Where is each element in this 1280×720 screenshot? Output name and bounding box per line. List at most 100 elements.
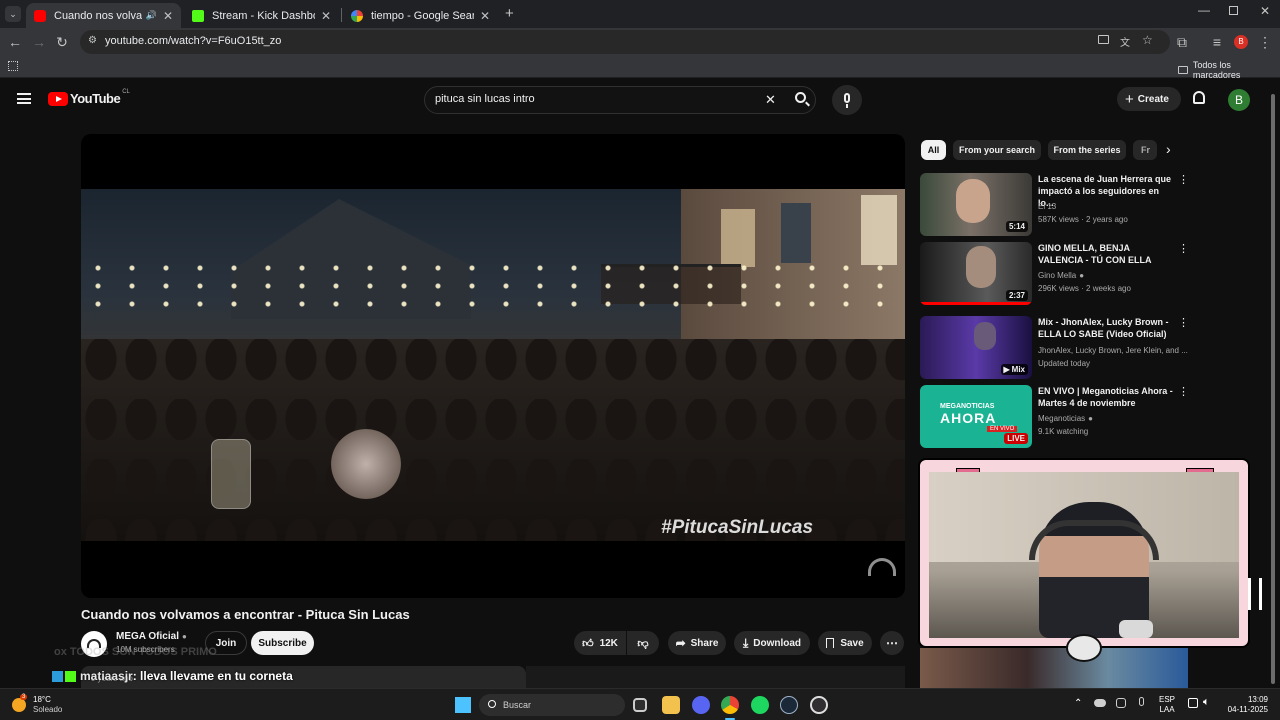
subscribe-button[interactable]: Subscribe — [251, 631, 314, 655]
more-options-icon[interactable]: ⋮ — [1178, 173, 1189, 186]
address-bar[interactable]: ⚙ youtube.com/watch?v=F6uO15tt_zo 文 ☆ — [80, 30, 1170, 54]
translate-icon[interactable]: 文 — [1120, 34, 1130, 49]
recommended-video[interactable]: 5:14 La escena de Juan Herrera que impac… — [920, 173, 1190, 239]
spotify-icon[interactable] — [751, 696, 769, 714]
save-button[interactable]: Save — [818, 631, 872, 655]
window-shape — [861, 195, 897, 265]
video-player[interactable]: #PitucaSinLucas — [81, 134, 905, 598]
site-info-icon[interactable]: ⚙ — [88, 35, 97, 46]
onedrive-icon[interactable] — [1094, 699, 1106, 707]
page-scrollbar[interactable] — [1271, 92, 1277, 684]
share-button[interactable]: ➦ Share — [668, 631, 726, 655]
clear-search-icon[interactable]: ✕ — [765, 92, 776, 108]
chip-all[interactable]: All — [921, 140, 946, 160]
recommended-video[interactable]: 2:37 GINO MELLA, BENJA VALENCIA - TÚ CON… — [920, 242, 1190, 308]
tab-google[interactable]: tiempo - Google Search ✕ — [343, 3, 498, 28]
search-input[interactable]: pituca sin lucas intro ✕ — [424, 86, 816, 114]
back-icon[interactable]: ← — [6, 33, 24, 51]
close-tab-icon[interactable]: ✕ — [480, 9, 490, 23]
youtube-logo[interactable]: YouTube CL — [48, 89, 130, 106]
save-label: Save — [840, 637, 864, 649]
video-thumbnail: 2:37 — [920, 242, 1032, 305]
chips-next-icon[interactable]: › — [1166, 141, 1171, 157]
scrollbar-thumb[interactable] — [1271, 94, 1275, 684]
like-button[interactable]: 👍︎ 12K — [574, 631, 626, 655]
voice-search-button[interactable] — [832, 85, 862, 115]
language-indicator[interactable]: ESP LAA — [1159, 695, 1175, 715]
thumb-brand-line: AHORA — [940, 410, 997, 426]
start-windows-icon[interactable] — [455, 697, 471, 713]
taskbar-search-input[interactable]: Buscar — [479, 694, 625, 716]
weather-widget[interactable]: 3 18°C Soleado — [12, 694, 62, 716]
profile-avatar[interactable]: B — [1234, 35, 1248, 49]
close-window-icon[interactable]: ✕ — [1260, 4, 1270, 18]
youtube-play-icon — [48, 91, 68, 106]
obs-icon[interactable] — [810, 696, 828, 714]
close-tab-icon[interactable]: ✕ — [321, 9, 331, 23]
forward-icon[interactable]: → — [30, 33, 48, 51]
chrome-menu-icon[interactable]: ⋮ — [1256, 33, 1274, 51]
discord-icon[interactable] — [692, 696, 710, 714]
new-tab-icon[interactable]: + — [505, 5, 514, 22]
mix-label: Mix — [1011, 365, 1025, 374]
tab-title: Cuando nos volvamos a encontrar — [54, 9, 142, 22]
dislike-button[interactable]: 👎︎ — [627, 631, 659, 655]
video-title: Mix - JhonAlex, Lucky Brown - ELLA LO SA… — [1038, 317, 1169, 339]
chip-from-the-series[interactable]: From the series — [1048, 140, 1126, 160]
restore-icon[interactable] — [1229, 6, 1238, 15]
more-options-icon[interactable]: ⋮ — [1178, 242, 1189, 255]
channel-name-text: MEGA Oficial — [116, 631, 179, 642]
chip-from-your-search[interactable]: From your search — [953, 140, 1041, 160]
chrome-icon[interactable] — [721, 696, 739, 714]
tray-app-icon[interactable] — [1116, 698, 1126, 708]
chip-more[interactable]: Fr — [1133, 140, 1157, 160]
network-icon[interactable] — [1188, 698, 1198, 708]
create-button[interactable]: + Create — [1117, 87, 1181, 111]
apps-grid-icon[interactable] — [8, 61, 18, 71]
youtube-wordmark: YouTube — [70, 91, 121, 106]
video-title: GINO MELLA, BENJA VALENCIA - TÚ CON ELLA — [1038, 243, 1152, 265]
tab-kick[interactable]: Stream - Kick Dashboard ✕ — [184, 3, 339, 28]
all-bookmarks-folder[interactable]: Todos los marcadores — [1178, 60, 1280, 80]
task-view-icon[interactable] — [633, 698, 647, 712]
verified-icon: ● — [1088, 414, 1093, 423]
clock[interactable]: 13:09 04-11-2025 — [1218, 695, 1268, 715]
download-button[interactable]: ⤓ Download — [734, 631, 810, 655]
recommended-mix[interactable]: ▶︎ Mix Mix - JhonAlex, Lucky Brown - ELLA… — [920, 316, 1190, 382]
microphone-tray-icon[interactable] — [1139, 697, 1144, 706]
media-controls-icon[interactable]: ≡ — [1208, 33, 1226, 51]
extensions-icon[interactable]: ⧉ — [1173, 33, 1191, 51]
video-hashtag-overlay: #PitucaSinLucas — [661, 517, 814, 538]
more-options-icon[interactable]: ⋮ — [1178, 316, 1189, 329]
video-meta: 296K views · 2 weeks ago — [1038, 284, 1131, 293]
volume-icon[interactable]: 🔈︎ — [1203, 696, 1210, 709]
more-actions-button[interactable]: ⋯ — [880, 631, 904, 655]
show-hidden-icons[interactable]: ⌃ — [1074, 698, 1082, 709]
recommended-live[interactable]: MEGANOTICIAS AHORA EN VIVO LIVE EN VIVO … — [920, 385, 1190, 451]
notifications-bell-icon[interactable] — [1193, 91, 1205, 104]
video-thumbnail — [920, 648, 1188, 688]
file-explorer-icon[interactable] — [662, 696, 680, 714]
steam-icon[interactable] — [780, 696, 798, 714]
minimize-icon[interactable]: — — [1198, 3, 1210, 17]
tab-search-icon[interactable]: ⌄ — [5, 6, 21, 22]
url-text: youtube.com/watch?v=F6uO15tt_zo — [105, 35, 282, 47]
reload-icon[interactable]: ↻ — [53, 33, 71, 51]
search-button[interactable] — [785, 85, 819, 115]
bookmark-star-icon[interactable]: ☆ — [1142, 33, 1153, 47]
channel-name: Meganoticias ● — [1038, 414, 1093, 423]
tab-youtube[interactable]: Cuando nos volvamos a encontrar 🔊 ✕ — [26, 3, 181, 28]
channel-name-text: Meganoticias — [1038, 414, 1086, 423]
audio-icon[interactable]: 🔊 — [146, 10, 157, 21]
hamburger-menu-icon[interactable] — [17, 93, 31, 104]
download-label: Download — [753, 637, 802, 649]
more-options-icon[interactable]: ⋮ — [1178, 385, 1189, 398]
watch-progress-bar — [920, 302, 1032, 305]
account-avatar[interactable]: B — [1228, 89, 1250, 111]
close-tab-icon[interactable]: ✕ — [163, 9, 173, 23]
save-playlist-icon — [826, 638, 835, 648]
cast-icon[interactable] — [1098, 35, 1109, 44]
tab-title: tiempo - Google Search — [371, 9, 474, 22]
like-count: 12K — [599, 637, 618, 649]
channel-name[interactable]: MEGA Oficial ● — [116, 631, 187, 642]
